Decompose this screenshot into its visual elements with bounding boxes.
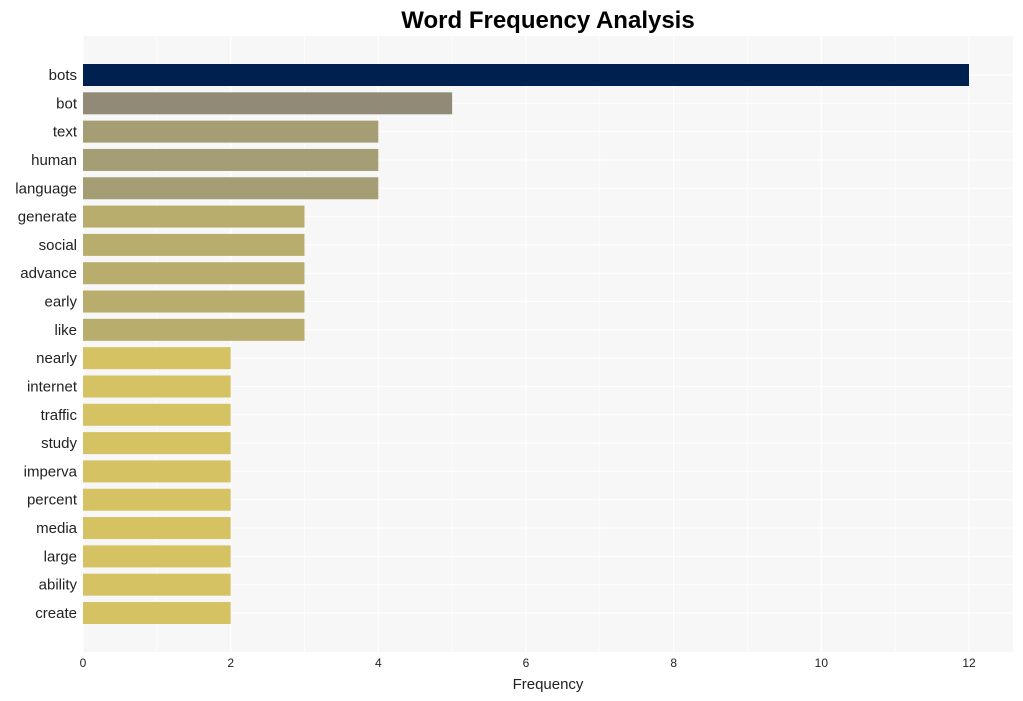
y-tick-label: traffic xyxy=(41,407,78,424)
x-tick-label: 8 xyxy=(670,656,677,670)
y-tick-label: early xyxy=(44,294,77,311)
bar-large xyxy=(83,545,231,568)
y-tick-label: bots xyxy=(49,67,77,84)
x-tick-label: 0 xyxy=(80,656,87,670)
y-tick-label: imperva xyxy=(24,463,78,480)
y-tick-label: like xyxy=(54,322,77,339)
bar-study xyxy=(83,432,231,455)
bar-human xyxy=(83,148,379,171)
x-axis-ticks: 0 2 4 6 8 10 12 xyxy=(80,656,976,670)
bar-nearly xyxy=(83,347,231,370)
y-tick-label: human xyxy=(31,152,77,169)
bar-generate xyxy=(83,205,305,228)
bar-bots xyxy=(83,64,969,86)
x-tick-label: 10 xyxy=(815,656,829,670)
x-tick-label: 12 xyxy=(962,656,976,670)
y-tick-label: study xyxy=(41,435,77,452)
y-tick-label: media xyxy=(36,520,78,537)
y-axis-labels: bots bot text human language generate social ad… xyxy=(15,67,78,622)
bar-bot xyxy=(83,92,453,115)
bar-imperva xyxy=(83,460,231,483)
y-tick-label: nearly xyxy=(36,350,77,367)
x-tick-label: 4 xyxy=(375,656,382,670)
x-tick-label: 2 xyxy=(227,656,234,670)
y-tick-label: language xyxy=(15,180,77,197)
bar-ability xyxy=(83,573,231,596)
bar-text xyxy=(83,120,379,143)
y-tick-label: advance xyxy=(20,265,77,282)
x-axis-label: Frequency xyxy=(513,676,584,693)
y-tick-label: generate xyxy=(18,209,77,226)
bar-like xyxy=(83,318,305,341)
bar-create xyxy=(83,602,231,624)
bar-advance xyxy=(83,262,305,285)
y-tick-label: text xyxy=(53,124,78,141)
chart: Word Frequency Analysis bots bot text human… xyxy=(15,7,1013,693)
x-tick-label: 6 xyxy=(523,656,530,670)
chart-title: Word Frequency Analysis xyxy=(401,7,694,34)
y-tick-label: percent xyxy=(27,492,78,509)
bar-percent xyxy=(83,488,231,511)
bar-early xyxy=(83,290,305,313)
bar-social xyxy=(83,233,305,256)
y-tick-label: ability xyxy=(39,577,78,594)
y-tick-label: create xyxy=(35,605,77,622)
bar-media xyxy=(83,517,231,540)
bar-language xyxy=(83,177,379,200)
y-tick-label: bot xyxy=(56,95,78,112)
y-tick-label: large xyxy=(44,548,77,565)
bar-traffic xyxy=(83,403,231,426)
bar-internet xyxy=(83,375,231,398)
y-tick-label: social xyxy=(39,237,77,254)
y-tick-label: internet xyxy=(27,378,78,395)
